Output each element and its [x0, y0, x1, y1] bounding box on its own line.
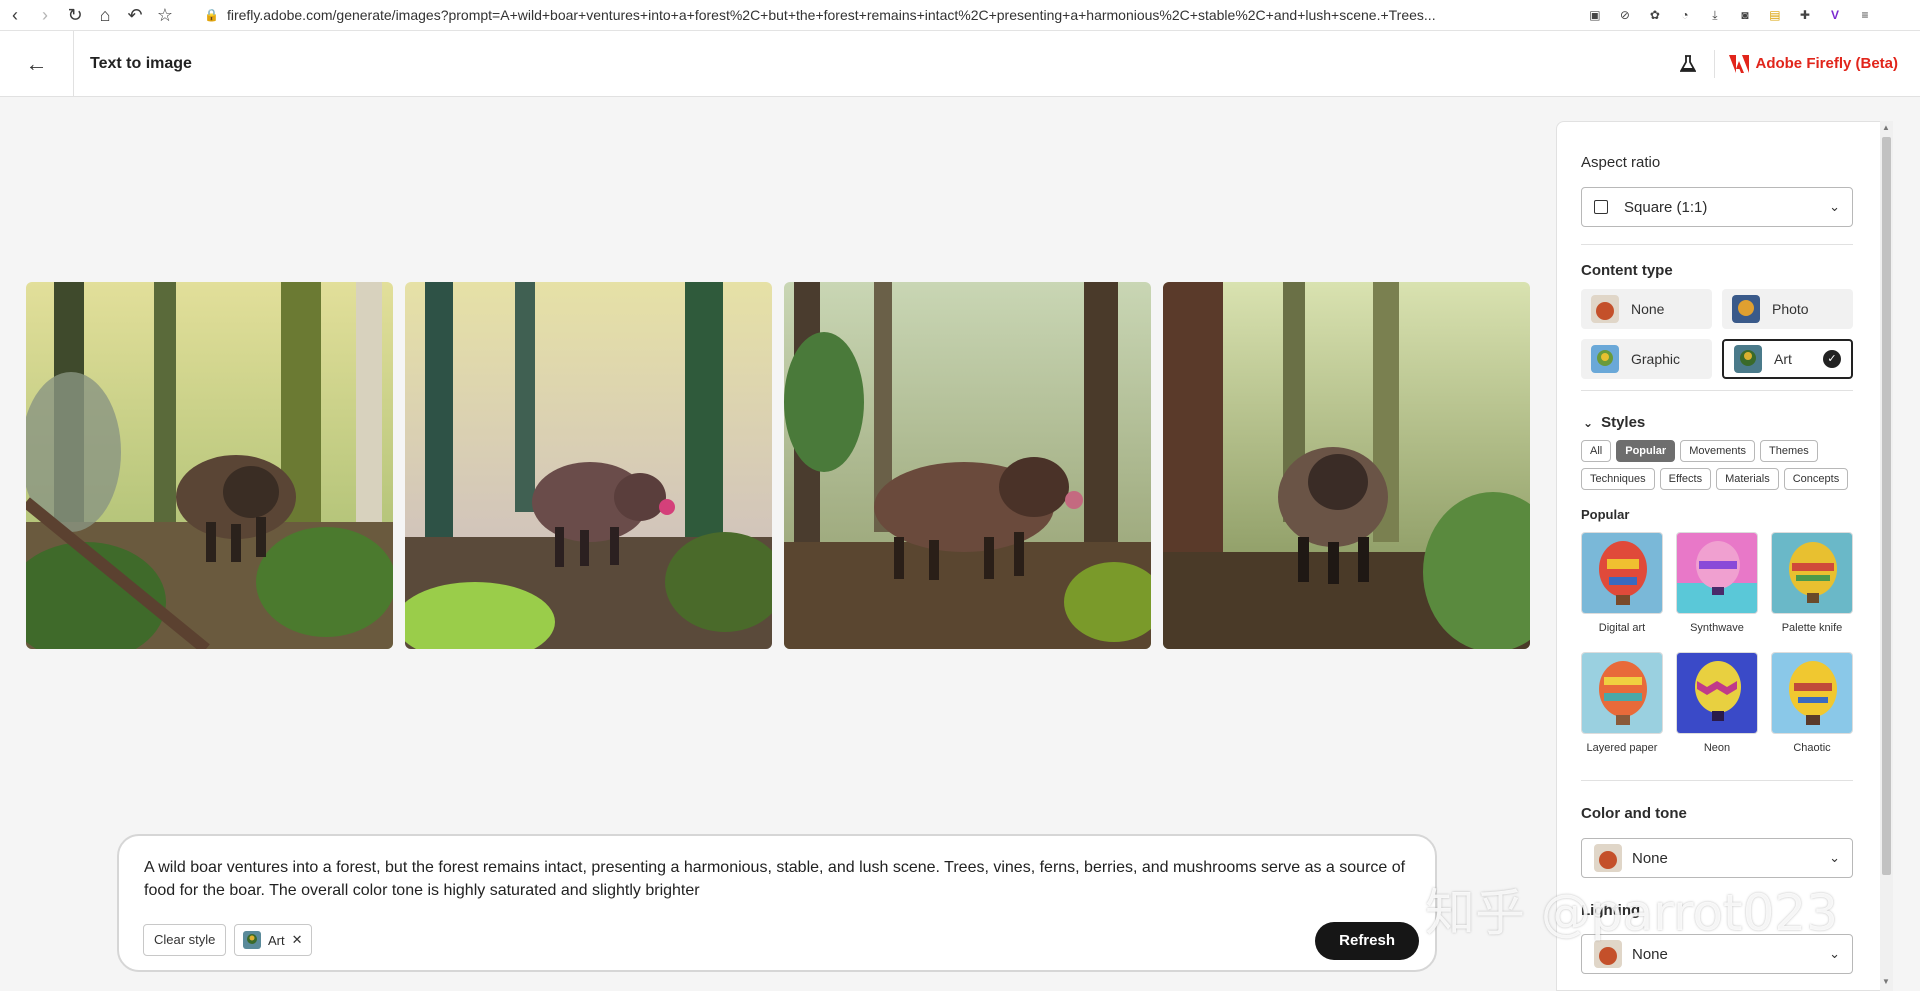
style-tab-techniques[interactable]: Techniques	[1581, 468, 1655, 490]
generated-image-4[interactable]	[1163, 282, 1530, 649]
style-chaotic[interactable]: Chaotic	[1771, 652, 1853, 754]
none-thumb-icon	[1594, 844, 1622, 872]
style-tab-materials[interactable]: Materials	[1716, 468, 1779, 490]
style-digital-art[interactable]: Digital art	[1581, 532, 1663, 634]
style-grid: Digital art Synthwave Palette knife Laye…	[1581, 532, 1853, 754]
refresh-button[interactable]: Refresh	[1315, 922, 1419, 960]
checkmark-icon: ✓	[1823, 350, 1841, 368]
content-type-title: Content type	[1581, 262, 1673, 279]
style-tab-effects[interactable]: Effects	[1659, 468, 1712, 490]
v-ext-icon[interactable]: V	[1826, 6, 1844, 24]
content-type-photo[interactable]: Photo	[1722, 289, 1853, 329]
browser-toolbar: ‹ › ↻ ⌂ ↶ ☆ 🔒 firefly.adobe.com/generate…	[0, 0, 1920, 31]
clear-style-button[interactable]: Clear style	[143, 924, 227, 956]
style-synthwave[interactable]: Synthwave	[1676, 532, 1758, 634]
generated-image-2[interactable]	[405, 282, 772, 649]
screenshot-ext-icon[interactable]: ▣	[1586, 6, 1604, 24]
adobe-logo-icon	[1729, 54, 1750, 73]
back-nav-icon[interactable]: ‹	[0, 0, 30, 30]
chevron-down-icon: ⌄	[1829, 199, 1840, 214]
page-title: Text to image	[90, 54, 192, 72]
style-tab-all[interactable]: All	[1581, 440, 1612, 462]
style-tab-popular[interactable]: Popular	[1616, 440, 1676, 462]
prompt-box: A wild boar ventures into a forest, but …	[117, 834, 1437, 972]
download-icon[interactable]: ⤓	[1706, 6, 1724, 24]
scroll-up-icon[interactable]: ▲	[1882, 123, 1890, 132]
style-chip-art[interactable]: Art ✕	[234, 924, 312, 956]
undo-icon[interactable]: ↶	[120, 0, 150, 30]
content-type-none[interactable]: None	[1581, 289, 1712, 329]
style-tab-themes[interactable]: Themes	[1760, 440, 1818, 462]
chevron-down-icon: ⌄	[1829, 946, 1840, 961]
menu-icon[interactable]: ≡	[1856, 6, 1874, 24]
photo-thumb-icon	[1732, 295, 1760, 323]
chevron-down-icon: ⌄	[1583, 415, 1594, 430]
app-header: ← Text to image Adobe Firefly (Beta)	[0, 30, 1920, 97]
forward-nav-icon[interactable]: ›	[30, 0, 60, 30]
settings-panel: Aspect ratio Square (1:1) ⌄ Content type…	[1556, 121, 1893, 991]
generated-image-3[interactable]	[784, 282, 1151, 649]
generated-image-1[interactable]	[26, 282, 393, 649]
none-thumb-icon	[1591, 295, 1619, 323]
brand-link[interactable]: Adobe Firefly (Beta)	[1729, 54, 1898, 73]
graphic-thumb-icon	[1591, 345, 1619, 373]
flask-icon[interactable]	[1675, 49, 1716, 78]
style-tab-movements[interactable]: Movements	[1680, 440, 1756, 462]
content-type-graphic[interactable]: Graphic	[1581, 339, 1712, 379]
style-palette-knife[interactable]: Palette knife	[1771, 532, 1853, 634]
camera-icon[interactable]: ◙	[1736, 6, 1754, 24]
style-neon[interactable]: Neon	[1676, 652, 1758, 754]
block-ext-icon[interactable]: ⊘	[1616, 6, 1634, 24]
chevron-down-icon: ⌄	[1829, 850, 1840, 865]
back-arrow-icon[interactable]: ←	[0, 30, 74, 97]
address-bar[interactable]: firefly.adobe.com/generate/images?prompt…	[227, 7, 1572, 23]
content-type-art[interactable]: Art ✓	[1722, 339, 1853, 379]
aspect-ratio-title: Aspect ratio	[1581, 154, 1661, 171]
history-icon[interactable]: ◔	[1676, 6, 1694, 24]
style-layered-paper[interactable]: Layered paper	[1581, 652, 1663, 754]
scrollbar-thumb[interactable]	[1882, 137, 1891, 875]
prompt-input[interactable]: A wild boar ventures into a forest, but …	[144, 856, 1414, 902]
panel-scrollbar[interactable]: ▲ ▼	[1880, 121, 1893, 991]
home-icon[interactable]: ⌂	[90, 0, 120, 30]
color-tone-title: Color and tone	[1581, 805, 1687, 822]
color-tone-select[interactable]: None ⌄	[1581, 838, 1853, 878]
note-ext-icon[interactable]: ▤	[1766, 6, 1784, 24]
puzzle-icon[interactable]: ✚	[1796, 6, 1814, 24]
shield-ext-icon[interactable]: ✿	[1646, 6, 1664, 24]
bookmark-star-icon[interactable]: ☆	[150, 0, 180, 30]
popular-section-label: Popular	[1581, 507, 1630, 522]
watermark: 知乎 @parrot023	[1425, 884, 1839, 942]
art-thumb-icon	[243, 931, 261, 949]
reload-icon[interactable]: ↻	[60, 0, 90, 30]
scroll-down-icon[interactable]: ▼	[1882, 977, 1890, 986]
aspect-ratio-select[interactable]: Square (1:1) ⌄	[1581, 187, 1853, 227]
remove-chip-icon[interactable]: ✕	[292, 932, 303, 948]
style-tab-concepts[interactable]: Concepts	[1783, 468, 1849, 490]
square-icon	[1594, 200, 1608, 214]
styles-toggle[interactable]: ⌄ Styles	[1583, 414, 1645, 431]
art-thumb-icon	[1734, 345, 1762, 373]
image-gallery	[26, 282, 1530, 649]
lock-icon: 🔒	[204, 8, 219, 22]
